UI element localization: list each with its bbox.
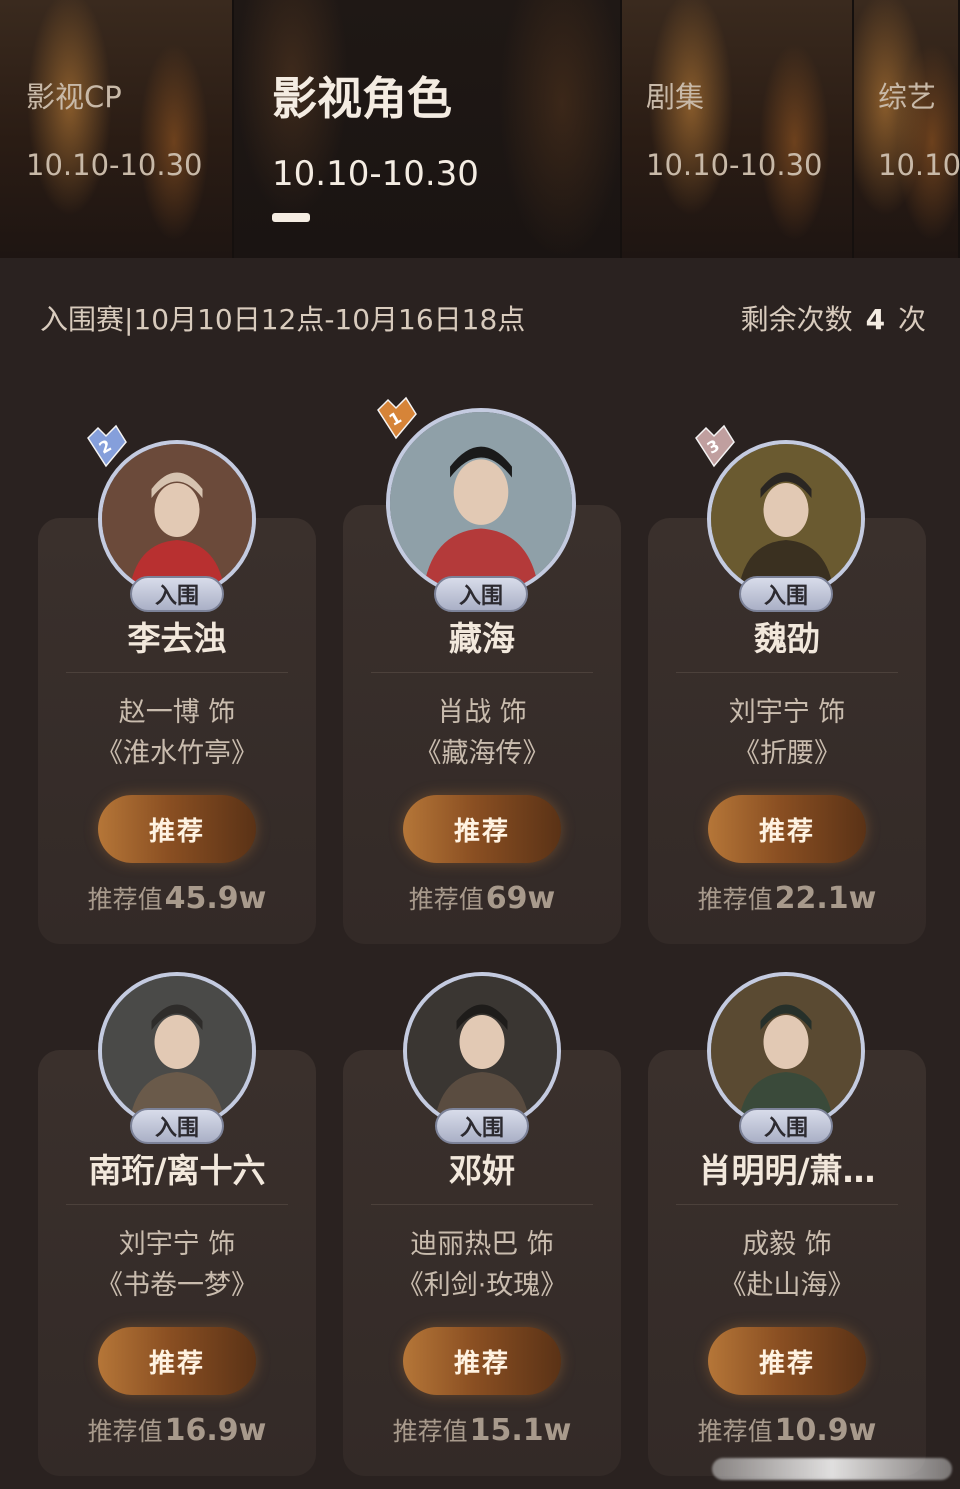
score-value: 15.1w [469, 1413, 572, 1448]
remaining-votes: 剩余次数 4 次 [741, 298, 926, 338]
avatar-wrap[interactable]: 入围 [707, 972, 865, 1144]
watermark [712, 1458, 952, 1480]
tab-date: 10.10-10.30 [26, 148, 203, 182]
actor-name: 赵一博 饰 [118, 697, 236, 728]
drama-title: 《淮水竹亭》 [96, 738, 258, 769]
tab-date: 10.10- [878, 148, 960, 182]
rank-badge-icon: 3 [690, 422, 738, 470]
actor-name: 刘宇宁 饰 [118, 1229, 236, 1260]
score-label: 推荐值 [408, 885, 484, 914]
drama-title: 《折腰》 [733, 738, 841, 769]
score-label: 推荐值 [697, 1417, 773, 1446]
status-tag: 入围 [739, 1108, 833, 1144]
drama-title: 《藏海传》 [414, 738, 550, 769]
tab-label: 影视CP [26, 80, 122, 114]
recommend-button[interactable]: 推荐 [708, 1327, 866, 1395]
card-divider [676, 1204, 898, 1205]
drama-title: 《利剑·玫瑰》 [396, 1270, 568, 1301]
avatar-wrap[interactable]: 入围 [98, 972, 256, 1144]
score-value: 10.9w [774, 1413, 877, 1448]
score-label: 推荐值 [697, 885, 773, 914]
recommend-score: 推荐值22.1w [648, 880, 926, 916]
avatar [403, 972, 561, 1130]
status-tag: 入围 [130, 576, 224, 612]
recommend-button[interactable]: 推荐 [98, 795, 256, 863]
recommend-score: 推荐值45.9w [38, 880, 316, 916]
character-name: 南珩/离十六 [88, 1151, 266, 1190]
remaining-unit: 次 [897, 303, 926, 336]
recommend-button[interactable]: 推荐 [403, 795, 561, 863]
avatar-wrap[interactable]: 入围 [403, 972, 561, 1144]
tab-variety[interactable]: 综艺 10.10- [854, 0, 960, 258]
recommend-score: 推荐值10.9w [648, 1412, 926, 1448]
score-value: 69w [485, 881, 556, 916]
status-tag: 入围 [434, 576, 528, 612]
actor-name: 刘宇宁 饰 [728, 697, 846, 728]
drama-title: 《赴山海》 [719, 1270, 855, 1301]
drama-title: 《书卷一梦》 [96, 1270, 258, 1301]
status-tag: 入围 [130, 1108, 224, 1144]
recommend-score: 推荐值69w [343, 880, 621, 916]
character-name: 藏海 [449, 619, 515, 658]
tab-label: 综艺 [878, 80, 937, 114]
card-divider [371, 1204, 593, 1205]
rank-badge-icon: 1 [372, 394, 420, 442]
score-label: 推荐值 [392, 1417, 468, 1446]
round-info: 入围赛|10月10日12点-10月16日18点 [40, 303, 526, 336]
score-label: 推荐值 [87, 885, 163, 914]
tab-series[interactable]: 剧集 10.10-10.30 [622, 0, 854, 258]
remaining-label: 剩余次数 [740, 303, 853, 336]
recommend-score: 推荐值16.9w [38, 1412, 316, 1448]
tab-date: 10.10-10.30 [272, 154, 479, 194]
character-name: 肖明明/萧… [698, 1151, 876, 1190]
avatar [707, 972, 865, 1130]
actor-name: 成毅 饰 [742, 1229, 832, 1260]
score-value: 45.9w [164, 881, 267, 916]
remaining-count: 4 [865, 303, 886, 336]
score-value: 22.1w [774, 881, 877, 916]
recommend-button[interactable]: 推荐 [403, 1327, 561, 1395]
character-name: 邓妍 [449, 1151, 515, 1190]
recommend-score: 推荐值15.1w [343, 1412, 621, 1448]
actor-name: 肖战 饰 [437, 697, 527, 728]
active-tab-indicator [272, 213, 310, 222]
category-tabs: 影视CP 10.10-10.30 影视角色 10.10-10.30 剧集 10.… [0, 0, 960, 258]
card-divider [676, 672, 898, 673]
status-tag: 入围 [435, 1108, 529, 1144]
actor-name: 迪丽热巴 饰 [410, 1229, 554, 1260]
score-value: 16.9w [164, 1413, 267, 1448]
card-divider [371, 672, 593, 673]
recommend-button[interactable]: 推荐 [98, 1327, 256, 1395]
character-name: 李去浊 [127, 619, 227, 658]
tab-date: 10.10-10.30 [646, 148, 823, 182]
tab-cp[interactable]: 影视CP 10.10-10.30 [0, 0, 234, 258]
character-name: 魏劭 [754, 619, 820, 658]
card-divider [66, 672, 288, 673]
recommend-button[interactable]: 推荐 [708, 795, 866, 863]
status-tag: 入围 [739, 576, 833, 612]
rank-badge-icon: 2 [82, 422, 130, 470]
card-divider [66, 1204, 288, 1205]
tab-label: 剧集 [646, 80, 705, 114]
avatar [98, 972, 256, 1130]
score-label: 推荐值 [87, 1417, 163, 1446]
tab-character[interactable]: 影视角色 10.10-10.30 [234, 0, 622, 258]
tab-label: 影视角色 [272, 72, 453, 125]
